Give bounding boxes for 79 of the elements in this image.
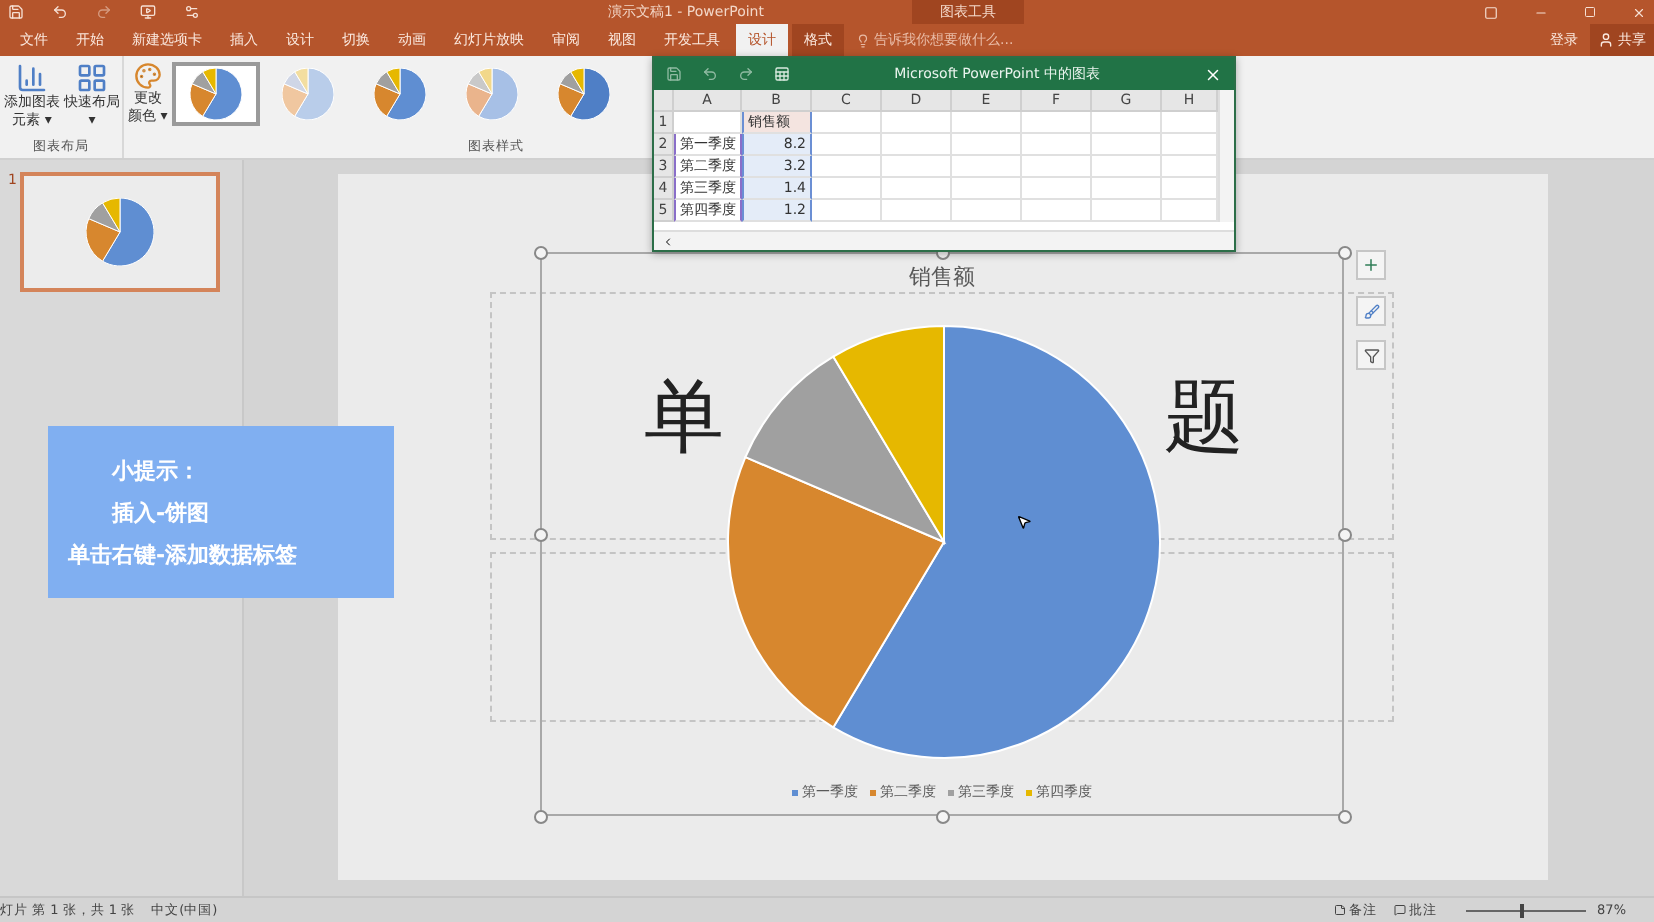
chart-styles-button[interactable]: [1356, 296, 1386, 326]
close-icon[interactable]: [1632, 5, 1646, 19]
table-cell: [1162, 134, 1218, 156]
restore-icon[interactable]: [1584, 6, 1596, 18]
slide-thumbnail[interactable]: [20, 172, 221, 292]
table-cell: [882, 156, 952, 178]
table-cell: [1162, 156, 1218, 178]
palette-icon: [133, 62, 162, 90]
table-cell: [812, 134, 882, 156]
table-cell: [952, 134, 1022, 156]
chart-filter-button[interactable]: [1356, 340, 1386, 370]
chart-title: 销售额: [907, 262, 977, 292]
table-cell: [882, 112, 952, 134]
table-cell: [1022, 112, 1092, 134]
save-icon[interactable]: [666, 66, 682, 82]
cursor-icon: [1016, 514, 1032, 530]
scroll-left-icon[interactable]: [662, 235, 674, 247]
table-cell: [952, 200, 1022, 222]
table-cell: [1092, 112, 1162, 134]
horizontal-scrollbar[interactable]: [654, 230, 1234, 250]
person-icon: [1598, 32, 1614, 48]
resize-handle[interactable]: [1338, 246, 1352, 260]
pie-chart-icon: [281, 68, 334, 120]
bar-chart-icon: [16, 62, 48, 94]
table-cell: [1022, 134, 1092, 156]
table-cell: [952, 178, 1022, 200]
resize-handle[interactable]: [534, 528, 548, 542]
table-cell: [1162, 200, 1218, 222]
table-cell: [1092, 200, 1162, 222]
vertical-scrollbar[interactable]: [1218, 90, 1234, 222]
table-cell: [1092, 156, 1162, 178]
lightbulb-icon: [856, 33, 870, 47]
redo-icon[interactable]: [96, 4, 112, 20]
undo-icon[interactable]: [702, 66, 718, 82]
table-cell: [882, 134, 952, 156]
table-cell: [882, 200, 952, 222]
spreadsheet-icon[interactable]: [774, 66, 790, 82]
table-cell: [952, 156, 1022, 178]
chart-style-option[interactable]: [171, 62, 260, 126]
pie-chart-icon: [373, 68, 426, 120]
brush-icon: [1363, 303, 1379, 319]
comment-icon: [1393, 904, 1406, 916]
tip-text: 单击右键-添加数据标签: [68, 539, 300, 569]
table-cell: [952, 112, 1022, 134]
layout-grid-icon: [76, 62, 108, 94]
plus-icon: [1362, 256, 1380, 274]
pie-chart-icon: [465, 68, 518, 120]
resize-handle[interactable]: [936, 810, 950, 824]
table-cell: [812, 156, 882, 178]
table-cell: [1162, 112, 1218, 134]
redo-icon[interactable]: [738, 66, 754, 82]
slideshow-icon[interactable]: [140, 4, 156, 20]
note-icon: [1333, 904, 1346, 916]
table-cell: [1162, 178, 1218, 200]
table-cell: [1022, 178, 1092, 200]
table-cell: [1092, 134, 1162, 156]
pie-chart-icon: [189, 68, 242, 120]
filter-icon: [1363, 347, 1379, 363]
tip-text: 插入-饼图: [109, 497, 212, 527]
resize-handle[interactable]: [534, 810, 548, 824]
table-cell: [1022, 156, 1092, 178]
table-cell: [1092, 178, 1162, 200]
table-cell: [812, 178, 882, 200]
resize-handle[interactable]: [1338, 810, 1352, 824]
undo-icon[interactable]: [52, 4, 68, 20]
title-text: 单: [644, 369, 724, 467]
table-cell: [674, 112, 742, 134]
title-text: 题: [1164, 369, 1244, 467]
pie-chart-icon: [557, 68, 610, 120]
table-cell: [882, 178, 952, 200]
table-cell: [1022, 200, 1092, 222]
resize-handle[interactable]: [534, 246, 548, 260]
chart-elements-button[interactable]: [1356, 250, 1386, 280]
table-cell: [812, 200, 882, 222]
resize-handle[interactable]: [1338, 528, 1352, 542]
table-cell: [812, 112, 882, 134]
pie-chart-drawing: [86, 198, 155, 266]
save-icon[interactable]: [8, 4, 24, 20]
tip-text: 小提示：: [109, 455, 202, 485]
